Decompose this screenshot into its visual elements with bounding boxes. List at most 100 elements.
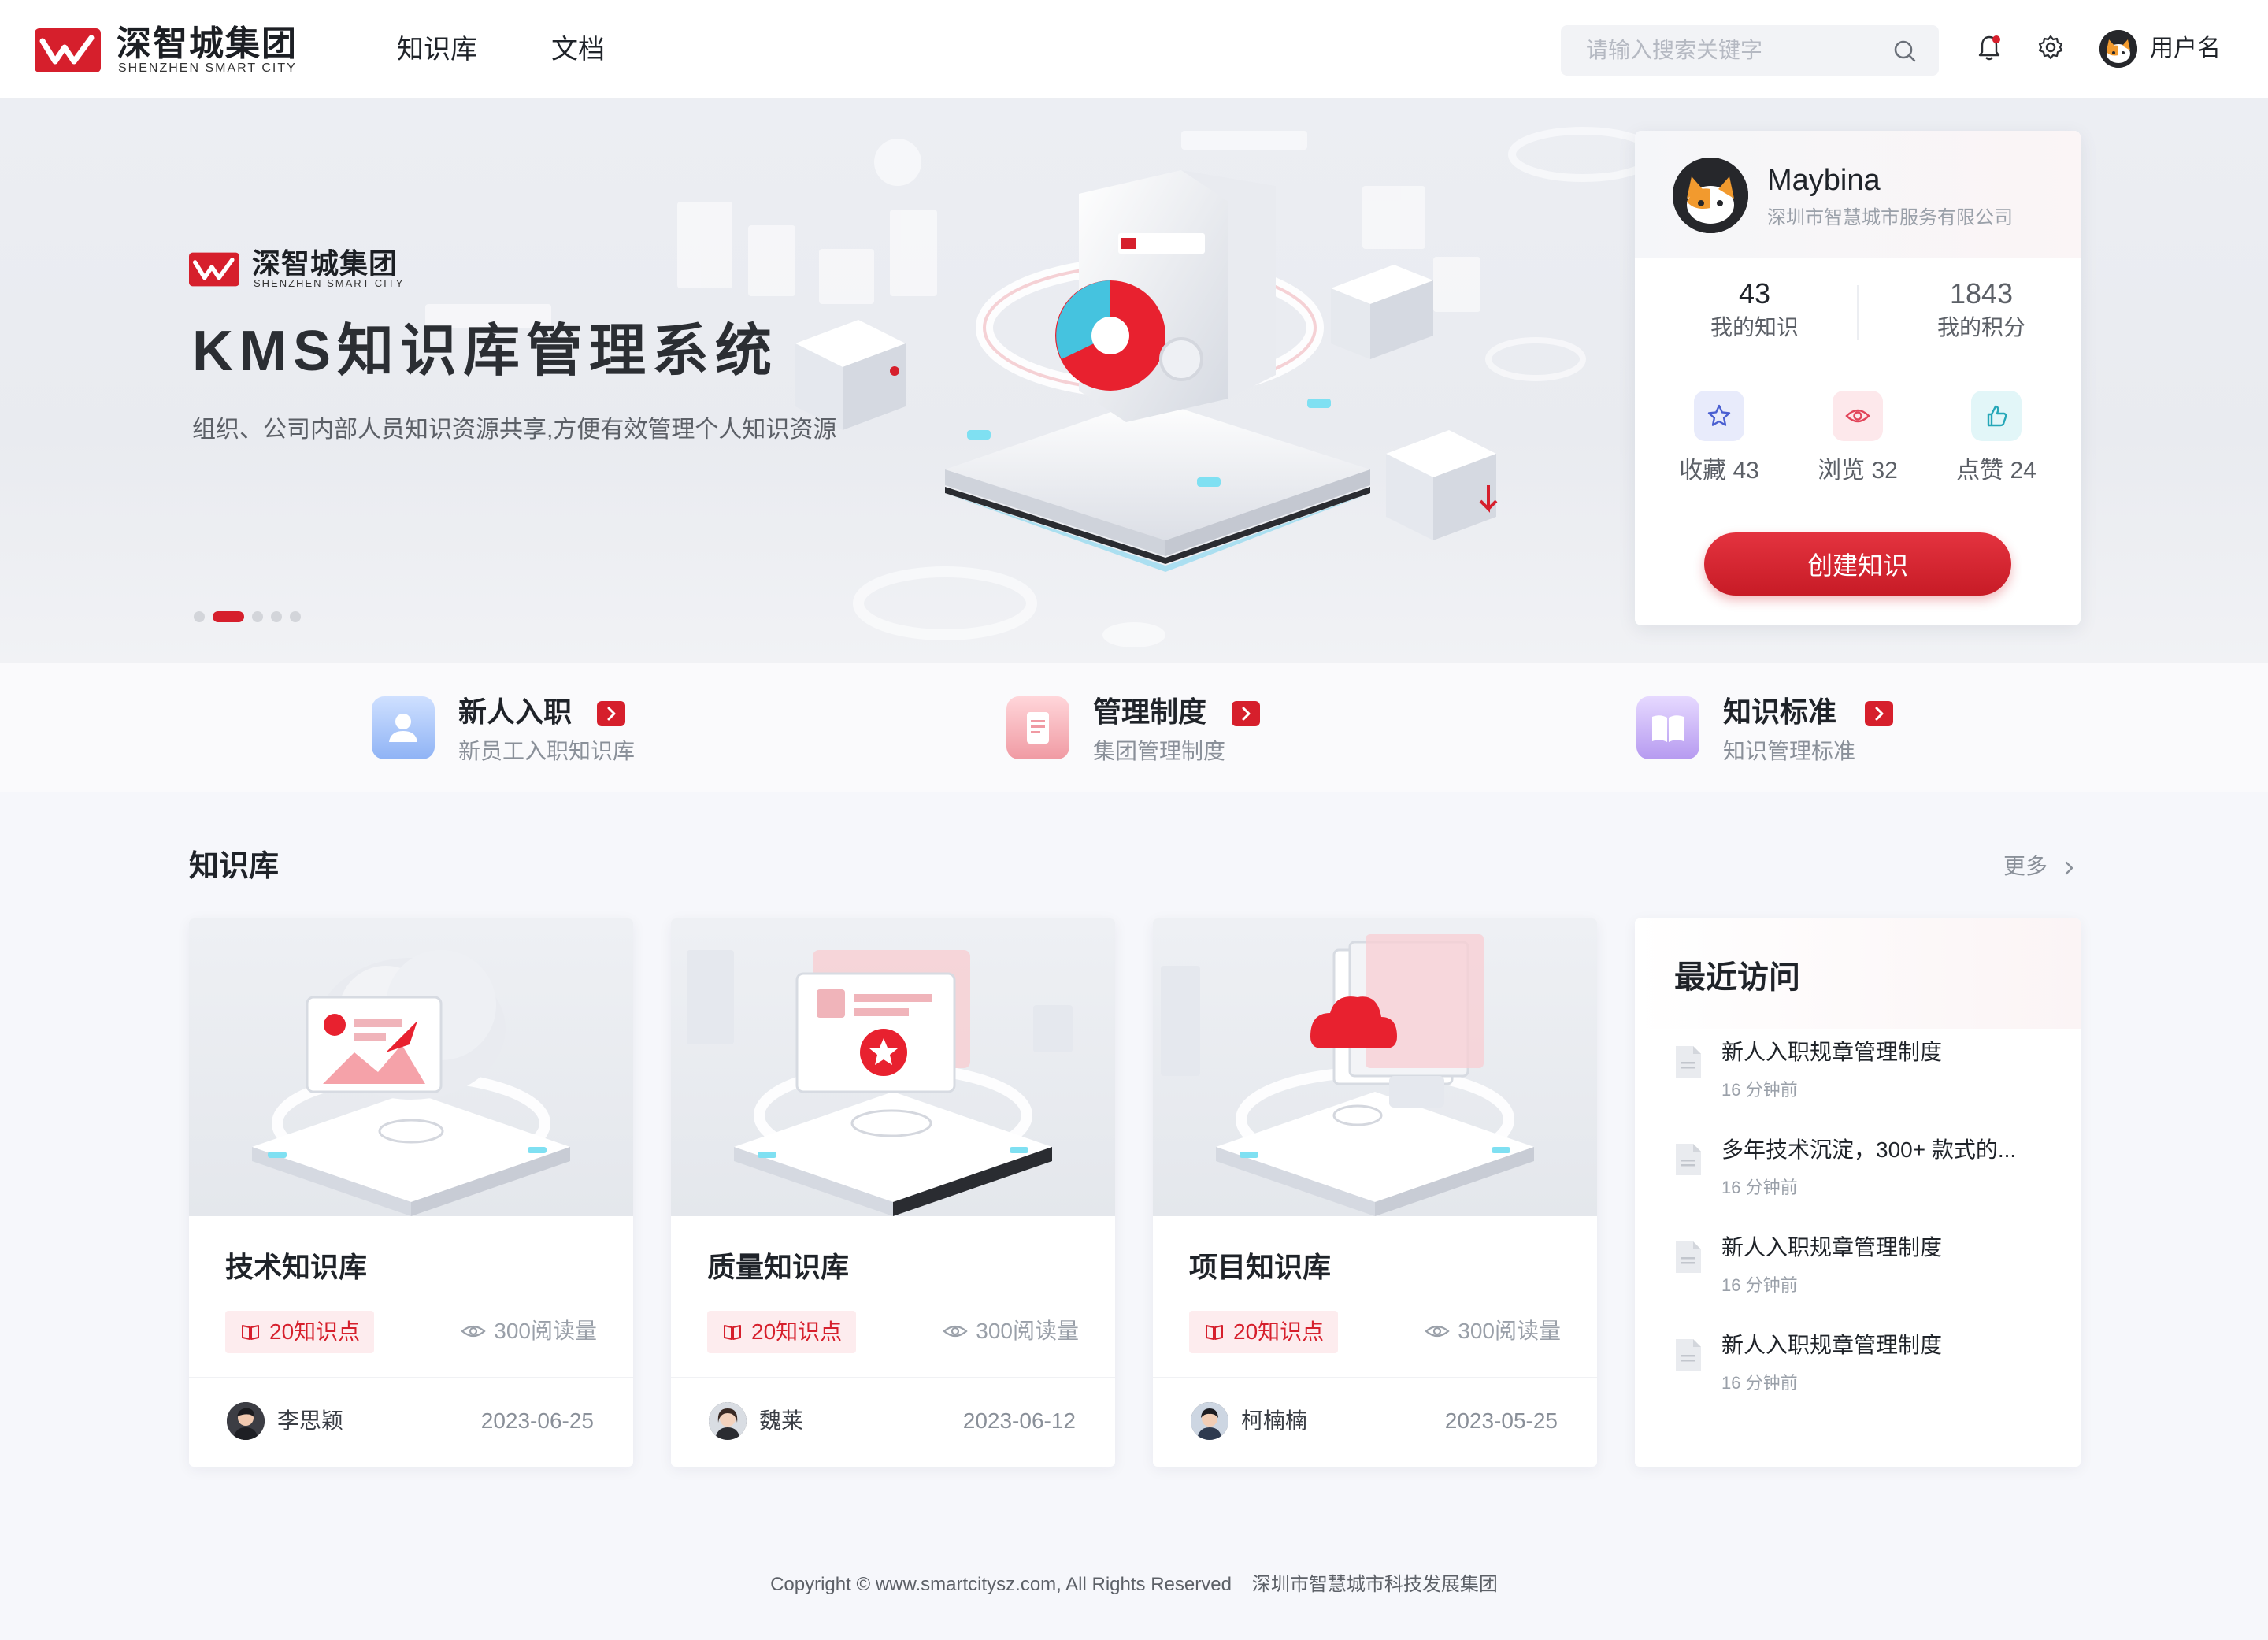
- read-count: 300阅读量: [943, 1315, 1079, 1347]
- create-knowledge-button[interactable]: 创建知识: [1704, 532, 2011, 596]
- recent-item-title: 新人入职规章管理制度: [1721, 1040, 1943, 1064]
- book-icon: [1636, 696, 1699, 759]
- quick-link-standards[interactable]: 知识标准 知识管理标准: [1636, 693, 1936, 772]
- recent-item-title: 多年技术沉淀，300+ 款式的...: [1721, 1137, 2017, 1162]
- recent-item-title: 新人入职规章管理制度: [1721, 1235, 1943, 1260]
- card-illustration: [671, 918, 1115, 1216]
- quick-link-subtitle: 新员工入职知识库: [458, 739, 636, 763]
- read-count-text: 300阅读量: [494, 1319, 597, 1343]
- quick-link-title: 知识标准: [1723, 696, 1837, 728]
- card-illustration: [189, 918, 633, 1216]
- author-avatar: [1191, 1402, 1228, 1440]
- stat-divider: [1857, 285, 1858, 340]
- user-name[interactable]: 用户名: [2150, 32, 2221, 66]
- knowledge-points-badge: 20知识点: [1189, 1311, 1339, 1353]
- book-icon: [724, 1325, 741, 1340]
- recent-item[interactable]: 多年技术沉淀，300+ 款式的... 16 分钟前: [1674, 1134, 2052, 1213]
- footer-company: 深圳市智慧城市科技发展集团: [1251, 1574, 1498, 1595]
- stat-my-knowledge[interactable]: 43 我的知识: [1660, 276, 1849, 343]
- knowledge-card-tech[interactable]: 技术知识库 20知识点 300阅读量 李思颖 2023-06-25: [189, 918, 633, 1467]
- recent-item-time: 16 分钟前: [1721, 1275, 1798, 1295]
- brand-name-cn: 深智城集团: [117, 24, 298, 63]
- stat-value: 1843: [1949, 277, 2014, 310]
- carousel-indicators: [194, 610, 309, 622]
- carousel-dot[interactable]: [194, 610, 205, 622]
- banner-subtitle: 组织、公司内部人员知识资源共享,方便有效管理个人知识资源: [192, 417, 837, 443]
- card-divider: [1153, 1377, 1597, 1378]
- brand-logo[interactable]: 深智城集团 SHENZHEN SMART CITY: [35, 25, 302, 76]
- search-input[interactable]: [1586, 25, 1870, 76]
- more-link[interactable]: 更多: [2003, 851, 2048, 882]
- recent-item-time: 16 分钟前: [1721, 1178, 1798, 1197]
- badge-text: 20知识点: [1233, 1319, 1325, 1344]
- stat-label: 我的知识: [1710, 315, 1799, 340]
- gear-icon[interactable]: [2036, 33, 2065, 61]
- file-icon: [1676, 1046, 1701, 1078]
- recent-item[interactable]: 新人入职规章管理制度 16 分钟前: [1674, 1037, 2052, 1115]
- quick-link-onboarding[interactable]: 新人入职 新员工入职知识库: [372, 693, 671, 772]
- banner-logo-cn: 深智城集团: [252, 247, 398, 280]
- recent-item-title: 新人入职规章管理制度: [1721, 1333, 1943, 1357]
- brand-logo-mark: [35, 28, 101, 72]
- card-illustration: [1153, 918, 1597, 1216]
- nav-documents[interactable]: 文档: [551, 30, 605, 69]
- profile-card: Maybina 深圳市智慧城市服务有限公司 43 我的知识 1843 我的积分 …: [1635, 131, 2081, 625]
- carousel-dot[interactable]: [290, 610, 301, 622]
- knowledge-card-quality[interactable]: 质量知识库 20知识点 300阅读量 魏莱 2023-06-12: [671, 918, 1115, 1467]
- search-icon[interactable]: [1893, 39, 1917, 63]
- carousel-dot-active[interactable]: [213, 610, 244, 622]
- carousel-dot[interactable]: [271, 610, 282, 622]
- action-label: 点赞 24: [1956, 458, 2036, 484]
- file-icon: [1676, 1144, 1701, 1175]
- profile-avatar[interactable]: [1673, 158, 1748, 233]
- card-title: 技术知识库: [225, 1251, 368, 1283]
- author-avatar: [227, 1402, 265, 1440]
- card-date: 2023-06-25: [480, 1408, 594, 1433]
- profile-name: Maybina: [1767, 164, 1881, 197]
- card-title: 质量知识库: [707, 1251, 850, 1283]
- eye-icon: [1425, 1325, 1450, 1338]
- quick-link-subtitle: 知识管理标准: [1723, 739, 1856, 763]
- recent-item[interactable]: 新人入职规章管理制度 16 分钟前: [1674, 1232, 2052, 1311]
- brand-name-en: SHENZHEN SMART CITY: [118, 61, 297, 75]
- file-icon: [1676, 1339, 1701, 1371]
- user-avatar[interactable]: [2099, 30, 2137, 68]
- thumbs-up-icon: [1971, 391, 2022, 441]
- stat-label: 我的积分: [1936, 315, 2025, 340]
- chevron-right-icon: [1865, 701, 1893, 726]
- recent-title: 最近访问: [1674, 960, 1800, 995]
- author-name: 柯楠楠: [1241, 1408, 1308, 1433]
- footer: Copyright © www.smartcitysz.com, All Rig…: [0, 1571, 2268, 1599]
- chevron-right-icon[interactable]: [2062, 859, 2077, 878]
- cat-avatar-icon: [1673, 158, 1748, 233]
- quick-links-bar: 新人入职 新员工入职知识库 管理制度 集团管理制度 知识标准 知识管理标准: [0, 663, 2268, 792]
- nav-knowledge-base[interactable]: 知识库: [397, 30, 477, 69]
- knowledge-card-project[interactable]: 项目知识库 20知识点 300阅读量 柯楠楠 2023-05-25: [1153, 918, 1597, 1467]
- author-name: 魏莱: [759, 1408, 804, 1433]
- carousel-dot[interactable]: [252, 610, 263, 622]
- book-icon: [1206, 1325, 1223, 1340]
- action-views[interactable]: 浏览 32: [1791, 391, 1925, 487]
- action-favorites[interactable]: 收藏 43: [1652, 391, 1786, 487]
- book-icon: [242, 1325, 259, 1340]
- banner-logo-en: SHENZHEN SMART CITY: [254, 277, 405, 289]
- recent-visits-panel: 最近访问 新人入职规章管理制度 16 分钟前 多年技术沉淀，300+ 款式的..…: [1635, 918, 2081, 1467]
- card-title: 项目知识库: [1189, 1251, 1332, 1283]
- user-icon: [372, 696, 435, 759]
- card-divider: [189, 1377, 633, 1378]
- eye-icon: [461, 1325, 486, 1338]
- badge-text: 20知识点: [269, 1319, 361, 1344]
- bell-icon[interactable]: [1975, 33, 2003, 61]
- chevron-right-icon: [1232, 701, 1260, 726]
- file-icon: [1676, 1241, 1701, 1273]
- action-likes[interactable]: 点赞 24: [1929, 391, 2063, 487]
- recent-item[interactable]: 新人入职规章管理制度 16 分钟前: [1674, 1330, 2052, 1408]
- read-count-text: 300阅读量: [1458, 1319, 1561, 1343]
- document-icon: [1006, 696, 1069, 759]
- stat-value: 43: [1738, 277, 1771, 310]
- read-count-text: 300阅读量: [976, 1319, 1079, 1343]
- stat-my-points[interactable]: 1843 我的积分: [1887, 276, 2076, 343]
- recent-item-time: 16 分钟前: [1721, 1373, 1798, 1393]
- action-label: 收藏 43: [1679, 458, 1759, 484]
- quick-link-management[interactable]: 管理制度 集团管理制度: [1006, 693, 1306, 772]
